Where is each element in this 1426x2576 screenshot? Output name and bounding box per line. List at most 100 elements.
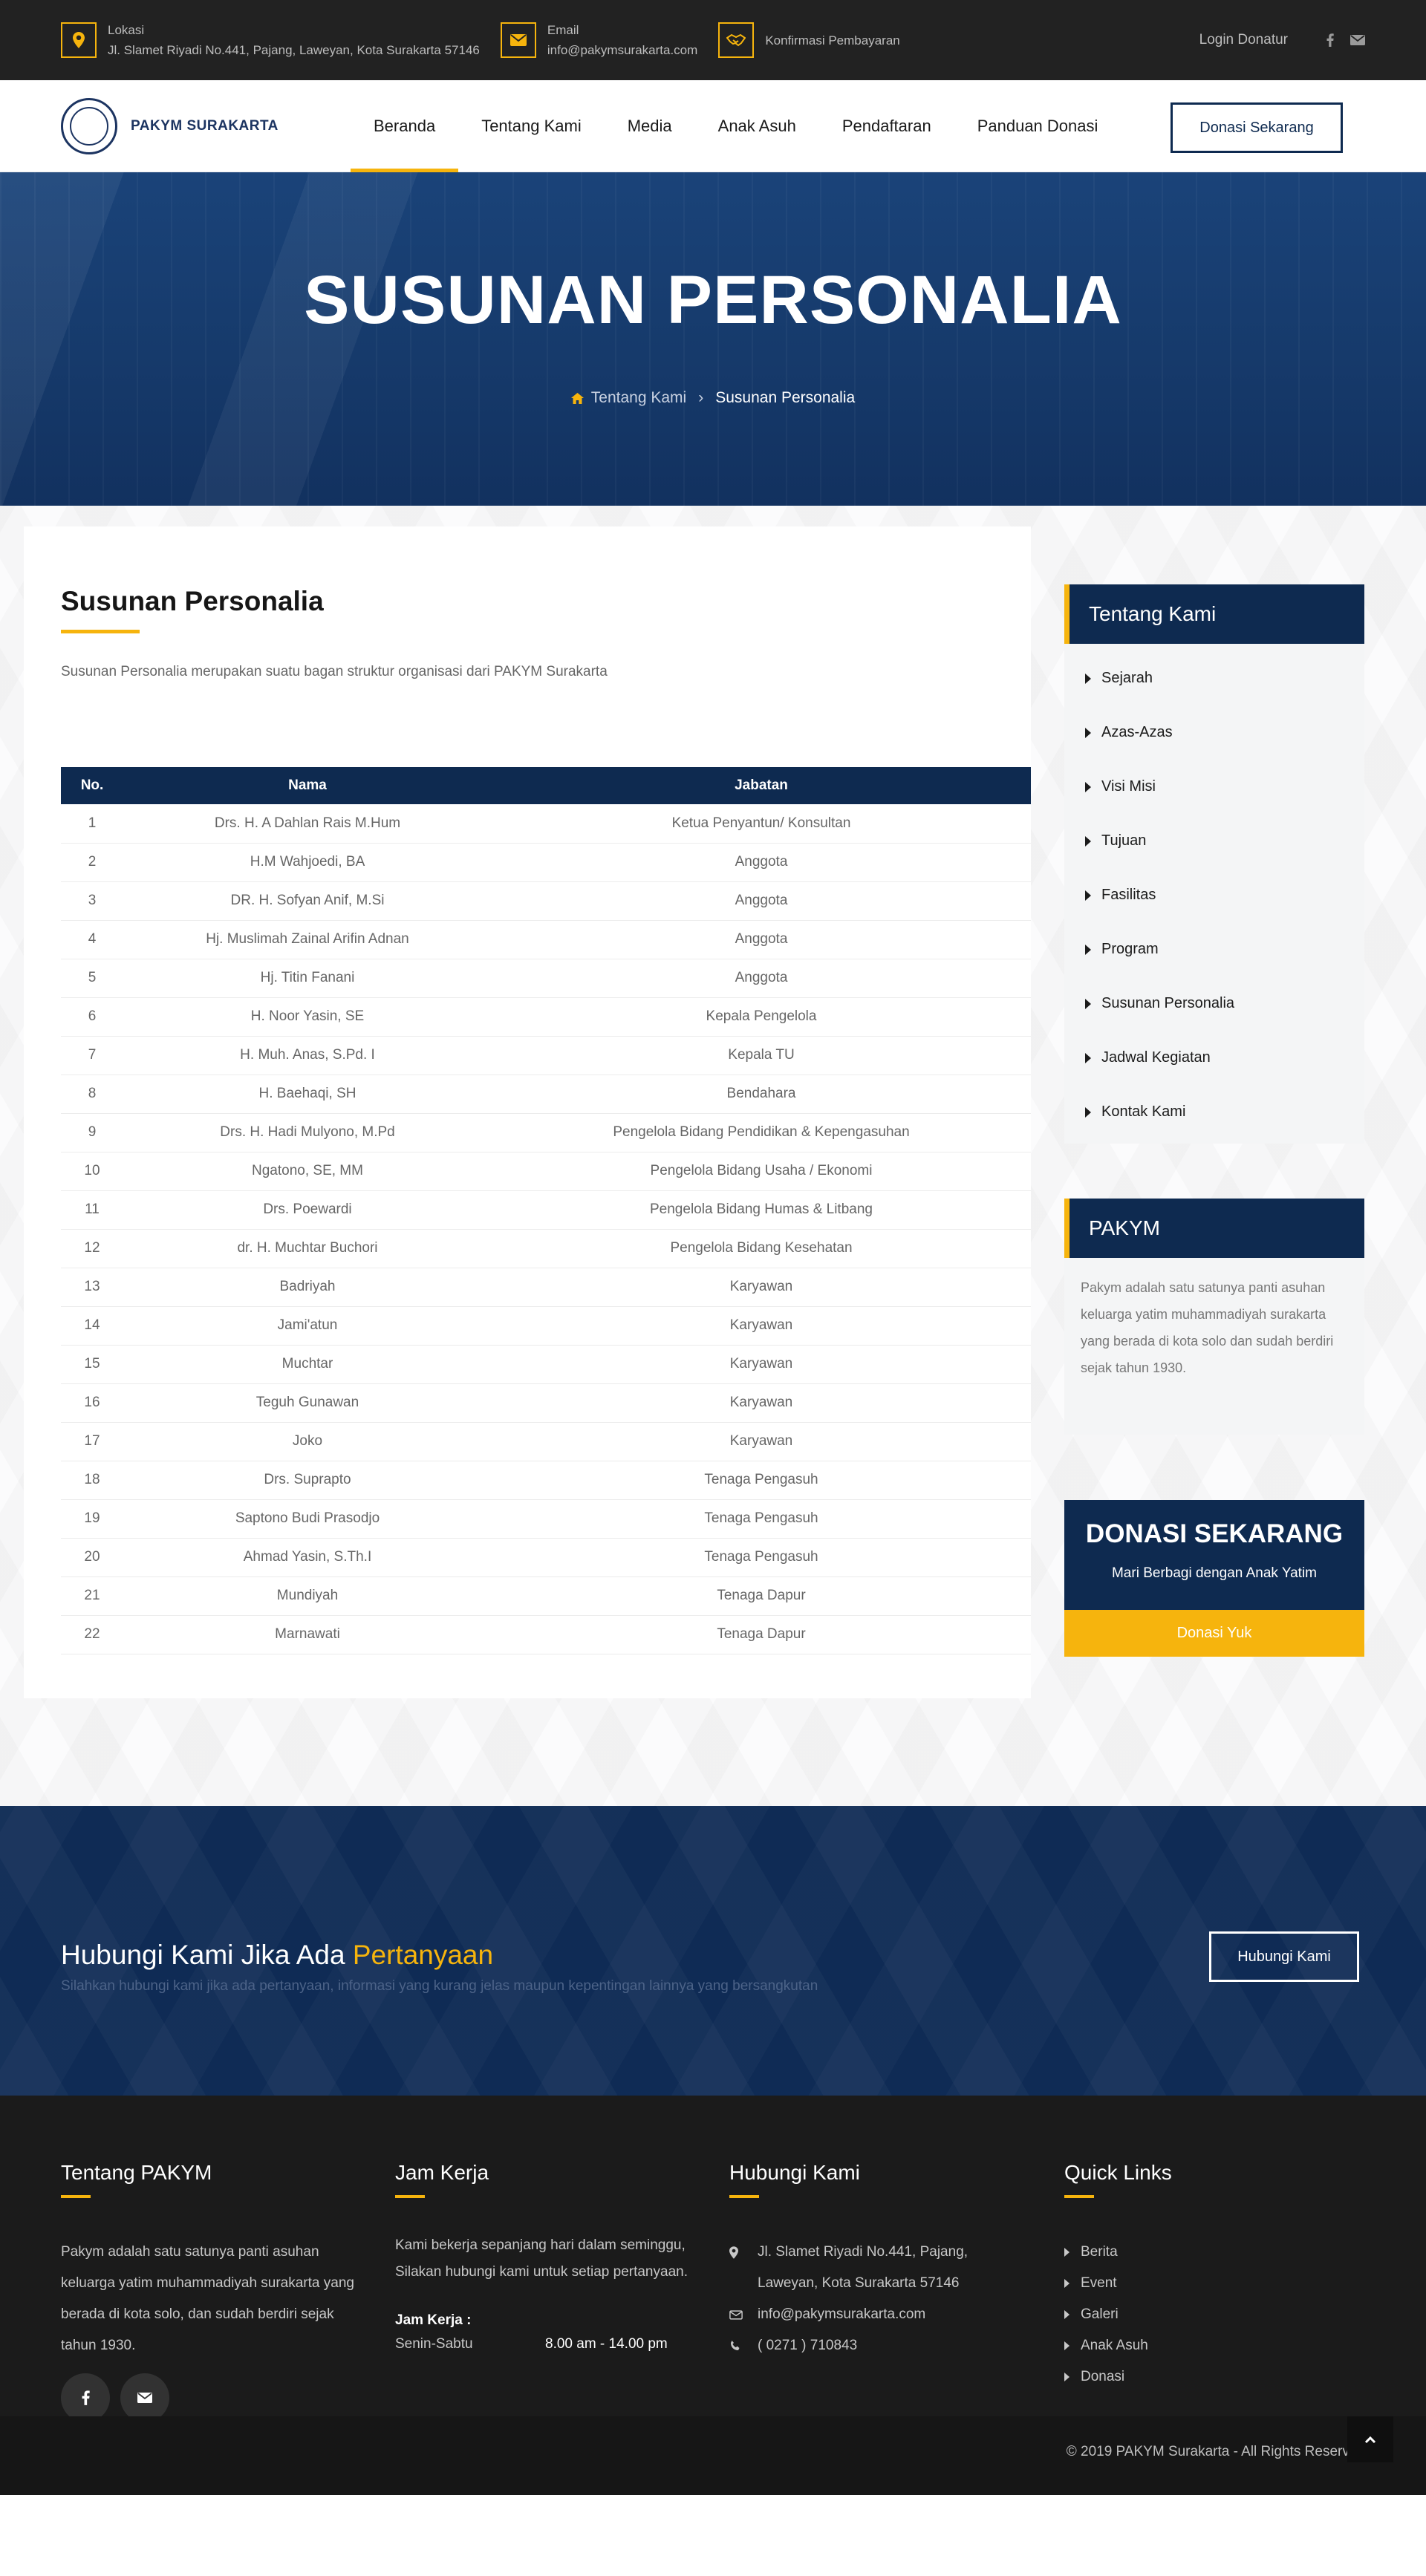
sidebar-pakym-title: PAKYM xyxy=(1064,1199,1364,1258)
login-donatur-link[interactable]: Login Donatur xyxy=(1199,32,1288,48)
page-title: SUSUNAN PERSONALIA xyxy=(304,262,1122,338)
caret-right-icon xyxy=(1064,2248,1070,2257)
nav-item-beranda[interactable]: Beranda xyxy=(351,80,459,172)
envelope-icon[interactable] xyxy=(120,2373,169,2422)
email-info[interactable]: Email info@pakymsurakarta.com xyxy=(500,20,697,60)
cell-nama: Joko xyxy=(123,1422,492,1461)
section-description: Susunan Personalia merupakan suatu bagan… xyxy=(61,664,608,679)
cell-nama: Ahmad Yasin, S.Th.I xyxy=(123,1538,492,1577)
footer-link-berita[interactable]: Berita xyxy=(1064,2237,1361,2268)
table-row: 14 Jami'atun Karyawan xyxy=(61,1306,1031,1346)
cell-nama: Badriyah xyxy=(123,1268,492,1307)
cell-nama: Jami'atun xyxy=(123,1306,492,1346)
footer-contact-email[interactable]: info@pakymsurakarta.com xyxy=(729,2299,1012,2330)
cta-title-accent: Pertanyaan xyxy=(352,1940,494,1970)
footer-link-donasi[interactable]: Donasi xyxy=(1064,2361,1361,2393)
chevron-up-icon xyxy=(1364,2436,1376,2443)
site-logo[interactable]: PAKYM SURAKARTA xyxy=(61,97,279,154)
cell-jabatan: Tenaga Pengasuh xyxy=(492,1499,1031,1539)
nav-item-tentang-kami[interactable]: Tentang Kami xyxy=(458,80,605,172)
table-row: 1 Drs. H. A Dahlan Rais M.Hum Ketua Penyan… xyxy=(61,804,1031,844)
nav-item-panduan-donasi[interactable]: Panduan Donasi xyxy=(954,80,1121,172)
map-marker-icon xyxy=(729,2237,758,2268)
sidebar-item-kontak-kami[interactable]: Kontak Kami xyxy=(1064,1085,1364,1139)
donasi-title: DONASI SEKARANG xyxy=(1085,1519,1344,1548)
footer-link-galeri[interactable]: Galeri xyxy=(1064,2299,1361,2330)
cell-no: 2 xyxy=(61,843,123,882)
footer-title-underline xyxy=(61,2195,91,2198)
email-value[interactable]: info@pakymsurakarta.com xyxy=(547,40,697,60)
facebook-icon[interactable] xyxy=(61,2373,110,2422)
sidebar-about-title: Tentang Kami xyxy=(1064,584,1364,644)
sidebar-item-fasilitas[interactable]: Fasilitas xyxy=(1064,868,1364,922)
cell-jabatan: Anggota xyxy=(492,881,1031,921)
table-row: 18 Drs. Suprapto Tenaga Pengasuh xyxy=(61,1461,1031,1500)
breadcrumb-parent-label: Tentang Kami xyxy=(590,389,687,406)
sidebar-item-sejarah[interactable]: Sejarah xyxy=(1064,651,1364,705)
table-row: 15 Muchtar Karyawan xyxy=(61,1345,1031,1384)
map-marker-icon xyxy=(61,22,97,58)
scroll-to-top-button[interactable] xyxy=(1347,2416,1393,2462)
cell-jabatan: Pengelola Bidang Humas & Litbang xyxy=(492,1190,1031,1230)
cell-nama: Hj. Muslimah Zainal Arifin Adnan xyxy=(123,920,492,959)
nav-item-media[interactable]: Media xyxy=(605,80,695,172)
footer-links-title: Quick Links xyxy=(1064,2161,1172,2184)
hubungi-kami-button[interactable]: Hubungi Kami xyxy=(1209,1931,1359,1982)
table-header-row: No. Nama Jabatan xyxy=(61,767,1031,804)
footer-link-anak-asuh[interactable]: Anak Asuh xyxy=(1064,2330,1361,2361)
sidebar-item-tujuan[interactable]: Tujuan xyxy=(1064,814,1364,868)
nav-item-anak-asuh[interactable]: Anak Asuh xyxy=(695,80,819,172)
cell-nama: Drs. Poewardi xyxy=(123,1190,492,1230)
donasi-yuk-button[interactable]: Donasi Yuk xyxy=(1064,1610,1364,1657)
footer-contact-address: Jl. Slamet Riyadi No.441, Pajang, Laweya… xyxy=(729,2237,1012,2299)
sidebar-donasi-widget: DONASI SEKARANG Mari Berbagi dengan Anak… xyxy=(1064,1500,1364,1657)
cell-nama: Drs. Suprapto xyxy=(123,1461,492,1500)
footer-link-label: Anak Asuh xyxy=(1081,2338,1148,2353)
table-row: 7 H. Muh. Anas, S.Pd. I Kepala TU xyxy=(61,1036,1031,1075)
nav-item-pendaftaran[interactable]: Pendaftaran xyxy=(819,80,954,172)
cell-jabatan: Tenaga Dapur xyxy=(492,1576,1031,1616)
table-row: 13 Badriyah Karyawan xyxy=(61,1268,1031,1307)
footer-contact-phone[interactable]: ( 0271 ) 710843 xyxy=(729,2330,1012,2361)
sidebar-item-jadwal-kegiatan[interactable]: Jadwal Kegiatan xyxy=(1064,1031,1364,1085)
footer-contact-title: Hubungi Kami xyxy=(729,2161,860,2184)
caret-right-icon xyxy=(1085,890,1091,901)
sidebar-item-azas-azas[interactable]: Azas-Azas xyxy=(1064,705,1364,760)
section-title: Susunan Personalia xyxy=(61,586,324,616)
table-row: 6 H. Noor Yasin, SE Kepala Pengelola xyxy=(61,997,1031,1037)
header-no: No. xyxy=(61,767,123,804)
cell-jabatan: Anggota xyxy=(492,920,1031,959)
breadcrumb-parent[interactable]: Tentang Kami xyxy=(570,389,687,407)
payment-label[interactable]: Konfirmasi Pembayaran xyxy=(765,30,899,50)
sidebar-item-label: Susunan Personalia xyxy=(1101,995,1235,1011)
table-row: 5 Hj. Titin Fanani Anggota xyxy=(61,959,1031,998)
payment-confirmation-link[interactable]: Konfirmasi Pembayaran xyxy=(718,22,900,58)
footer-about-title: Tentang PAKYM xyxy=(61,2161,212,2184)
table-row: 21 Mundiyah Tenaga Dapur xyxy=(61,1576,1031,1616)
sidebar-item-susunan-personalia[interactable]: Susunan Personalia xyxy=(1064,976,1364,1031)
caret-right-icon xyxy=(1085,781,1091,792)
facebook-icon[interactable] xyxy=(1326,33,1334,47)
table-row: 9 Drs. H. Hadi Mulyono, M.Pd Pengelola Bid… xyxy=(61,1113,1031,1152)
cell-jabatan: Tenaga Pengasuh xyxy=(492,1538,1031,1577)
logo-emblem-icon xyxy=(61,97,117,154)
footer-hours-text: Kami bekerja sepanjang hari dalam seming… xyxy=(395,2237,688,2280)
email-label: Email xyxy=(547,23,579,37)
site-footer: Tentang PAKYM Pakym adalah satu satunya … xyxy=(0,2096,1426,2495)
table-row: 20 Ahmad Yasin, S.Th.I Tenaga Pengasuh xyxy=(61,1538,1031,1577)
cell-jabatan: Ketua Penyantun/ Konsultan xyxy=(492,804,1031,844)
footer-link-event[interactable]: Event xyxy=(1064,2268,1361,2299)
cell-nama: DR. H. Sofyan Anif, M.Si xyxy=(123,881,492,921)
sidebar-item-visi-misi[interactable]: Visi Misi xyxy=(1064,760,1364,814)
cell-nama: H.M Wahjoedi, BA xyxy=(123,843,492,882)
cell-no: 4 xyxy=(61,920,123,959)
envelope-icon[interactable] xyxy=(1350,35,1365,45)
cell-jabatan: Kepala TU xyxy=(492,1036,1031,1075)
footer-hours-days: Senin-Sabtu xyxy=(395,2336,473,2352)
cell-no: 10 xyxy=(61,1152,123,1191)
cell-jabatan: Anggota xyxy=(492,843,1031,882)
donasi-sekarang-button[interactable]: Donasi Sekarang xyxy=(1171,102,1343,153)
main-section: Susunan Personalia Susunan Personalia me… xyxy=(0,506,1426,1806)
cell-jabatan: Karyawan xyxy=(492,1268,1031,1307)
sidebar-item-program[interactable]: Program xyxy=(1064,922,1364,976)
